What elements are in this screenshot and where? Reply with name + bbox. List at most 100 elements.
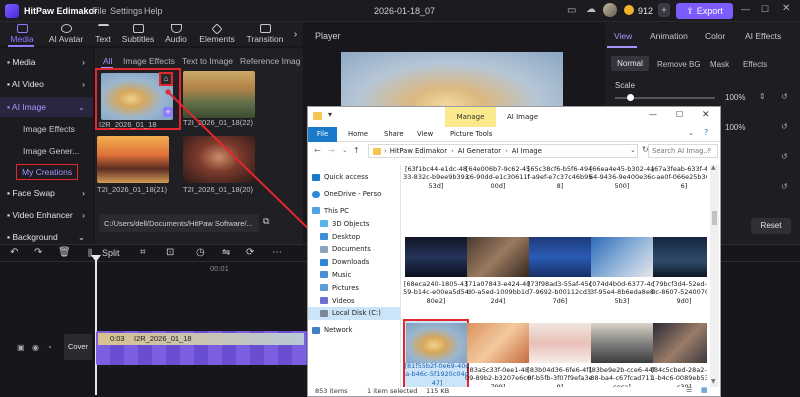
file-name: [83be9e2b-cce6-44f88-ba4-c67fcad711ceca] bbox=[589, 366, 655, 387]
ribbon bbox=[308, 127, 720, 142]
sidebar-label: Desktop bbox=[332, 232, 361, 241]
sidebar-label: Music bbox=[332, 270, 352, 279]
file-item[interactable]: [63f1bc44-e1dc-4833-832c-b9ee9b39353d] bbox=[403, 165, 469, 202]
minimize-icon[interactable]: — bbox=[649, 110, 657, 119]
sidebar-label: Documents bbox=[332, 245, 371, 254]
sidebar-label: Local Disk (C:) bbox=[332, 309, 381, 318]
address-dropdown-icon[interactable]: ⌄ bbox=[630, 146, 636, 154]
scroll-up-icon[interactable]: ▲ bbox=[711, 164, 716, 171]
ribbon-expand-icon[interactable]: ⌄ bbox=[688, 129, 694, 137]
sidebar-documents[interactable]: Documents bbox=[308, 243, 400, 256]
file-item[interactable]: [65c38cf6-b5f6-494f-a9ef-e7c37c46b958] bbox=[527, 165, 593, 202]
file-thumbnail bbox=[405, 237, 467, 277]
sidebar-quick-access[interactable]: Quick access bbox=[308, 171, 400, 184]
breadcrumb-ai-image[interactable]: AI Image bbox=[512, 147, 542, 155]
music-icon bbox=[320, 271, 328, 279]
status-selected: 1 item selected bbox=[367, 387, 418, 395]
file-item[interactable]: [074d4b0d-6377-4c3f-95e4-8b6eda8e85b3] bbox=[589, 237, 655, 317]
breadcrumb-separator-icon: › bbox=[451, 147, 454, 155]
scroll-down-icon[interactable]: ▼ bbox=[711, 378, 716, 385]
file-thumbnail bbox=[529, 237, 591, 277]
star-icon bbox=[312, 173, 320, 181]
file-item[interactable]: [64e006b7-9c62-45c6-90dd-e1c30611f00d] bbox=[465, 165, 531, 202]
file-thumbnail bbox=[529, 323, 591, 363]
file-item[interactable]: [83b04d36-6fe6-4f10f-b5fb-3f07f9efa3e9] bbox=[527, 323, 593, 387]
sidebar-3d-objects[interactable]: 3D Objects bbox=[308, 217, 400, 230]
file-name: [074d4b0d-6377-4c3f-95e4-8b6eda8e85b3] bbox=[589, 280, 655, 305]
file-name: [84c5cbed-28a2-4cf1-b4c6-0089eb5333c30] bbox=[651, 366, 707, 387]
desktop-icon bbox=[320, 233, 328, 241]
explorer-sidebar: Quick access OneDrive - Perso This PC 3D… bbox=[308, 165, 401, 388]
file-item[interactable]: [67a3feab-633f-474-ae0f-066e25b3606] bbox=[651, 165, 707, 202]
sidebar-local-disk[interactable]: Local Disk (C:) bbox=[308, 306, 400, 320]
breadcrumb-separator-icon: › bbox=[505, 147, 508, 155]
file-item[interactable]: [79bcf3d4-52ed-410c-8607-5240070c49d0] bbox=[651, 237, 707, 317]
scrollbar-thumb[interactable] bbox=[712, 211, 717, 225]
download-icon bbox=[320, 258, 328, 266]
file-name: [66ea4e45-b302-4a64-9436-9e400e36c500] bbox=[589, 165, 655, 190]
file-name: [68eca240-1805-4359-b14c-e00ea5d5480e2] bbox=[403, 280, 469, 305]
ribbon-share[interactable]: Share bbox=[384, 130, 404, 138]
sidebar-downloads[interactable]: Downloads bbox=[308, 256, 400, 269]
file-item-selected[interactable]: [81f55b2f-0e69-40da-b46c-5f1920c04d47] bbox=[403, 319, 470, 387]
sidebar-label: Network bbox=[324, 326, 353, 335]
sidebar-music[interactable]: Music bbox=[308, 269, 400, 282]
sidebar-desktop[interactable]: Desktop bbox=[308, 230, 400, 243]
ribbon-picture-tools[interactable]: Picture Tools bbox=[450, 130, 492, 138]
pictures-icon bbox=[320, 284, 328, 292]
file-item[interactable]: [83a5c33f-0ee1-4809-89b2-b3207e6c6799] bbox=[465, 323, 531, 387]
file-item[interactable]: [66ea4e45-b302-4a64-9436-9e400e36c500] bbox=[589, 165, 655, 202]
sidebar-network[interactable]: Network bbox=[308, 324, 400, 337]
file-name: [65c38cf6-b5f6-494f-a9ef-e7c37c46b958] bbox=[527, 165, 593, 190]
scrollbar[interactable] bbox=[710, 165, 719, 387]
back-icon[interactable]: ← bbox=[314, 146, 321, 155]
up-icon[interactable]: ↑ bbox=[353, 146, 360, 155]
breadcrumb-ai-generator[interactable]: AI Generator bbox=[458, 147, 501, 155]
file-thumbnail bbox=[467, 323, 529, 363]
file-name: [71a07843-e424-40d0-a5ed-1009bb1d2d4] bbox=[465, 280, 531, 305]
maximize-icon[interactable]: ☐ bbox=[676, 110, 683, 119]
file-name: [63f1bc44-e1dc-4833-832c-b9ee9b39353d] bbox=[403, 165, 469, 190]
file-name: [83b04d36-6fe6-4f10f-b5fb-3f07f9efa3e9] bbox=[527, 366, 593, 387]
details-view-icon[interactable]: ☰ bbox=[686, 386, 692, 394]
file-item[interactable]: [71a07843-e424-40d0-a5ed-1009bb1d2d4] bbox=[465, 237, 531, 317]
address-bar[interactable]: › HitPaw Edimakor › AI Generator › AI Im… bbox=[368, 144, 638, 158]
file-name: [79bcf3d4-52ed-410c-8607-5240070c49d0] bbox=[651, 280, 707, 305]
folder-icon bbox=[373, 147, 381, 155]
file-thumbnail bbox=[591, 237, 653, 277]
file-thumbnail bbox=[467, 237, 529, 277]
file-name: [83a5c33f-0ee1-4809-89b2-b3207e6c6799] bbox=[465, 366, 532, 387]
manage-tab[interactable]: Manage bbox=[445, 107, 496, 127]
ribbon-home[interactable]: Home bbox=[348, 130, 368, 138]
file-thumbnail bbox=[406, 323, 468, 363]
sidebar-onedrive[interactable]: OneDrive - Perso bbox=[308, 188, 400, 201]
network-icon bbox=[312, 326, 320, 334]
video-icon bbox=[320, 297, 328, 305]
sidebar-label: Pictures bbox=[332, 283, 359, 292]
file-item[interactable]: [73f98ad3-55af-45c7-9692-b00112cd37d6] bbox=[527, 237, 593, 317]
sidebar-pictures[interactable]: Pictures bbox=[308, 281, 400, 294]
cloud-icon bbox=[312, 190, 320, 198]
sidebar-label: 3D Objects bbox=[332, 219, 370, 228]
sidebar-this-pc[interactable]: This PC bbox=[308, 205, 400, 218]
ribbon-file[interactable]: File bbox=[308, 127, 337, 142]
quick-access-toolbar-icon[interactable]: ▾ bbox=[328, 110, 332, 119]
file-name: [67a3feab-633f-474-ae0f-066e25b3606] bbox=[651, 165, 707, 190]
breadcrumb-hitpaw[interactable]: HitPaw Edimakor bbox=[390, 147, 447, 155]
file-thumbnail bbox=[653, 323, 707, 363]
ribbon-view[interactable]: View bbox=[417, 130, 433, 138]
forward-icon[interactable]: → bbox=[328, 146, 335, 155]
cube-icon bbox=[320, 220, 328, 228]
recent-icon[interactable]: ⌄ bbox=[342, 146, 348, 154]
file-item[interactable]: [83be9e2b-cce6-44f88-ba4-c67fcad711ceca] bbox=[589, 323, 655, 387]
close-icon[interactable]: ✕ bbox=[702, 110, 710, 120]
file-item[interactable]: [68eca240-1805-4359-b14c-e00ea5d5480e2] bbox=[403, 237, 469, 317]
file-item[interactable]: [84c5cbed-28a2-4cf1-b4c6-0089eb5333c30] bbox=[651, 323, 707, 387]
status-size: 115 KB bbox=[426, 387, 450, 395]
sidebar-label: Downloads bbox=[332, 258, 370, 267]
sidebar-videos[interactable]: Videos bbox=[308, 294, 400, 307]
file-name: [81f55b2f-0e69-40da-b46c-5f1920c04d47] bbox=[404, 362, 470, 387]
file-thumbnail bbox=[591, 323, 653, 363]
thumbnails-view-icon[interactable]: ▦ bbox=[701, 386, 708, 394]
help-icon[interactable]: ? bbox=[704, 128, 708, 137]
